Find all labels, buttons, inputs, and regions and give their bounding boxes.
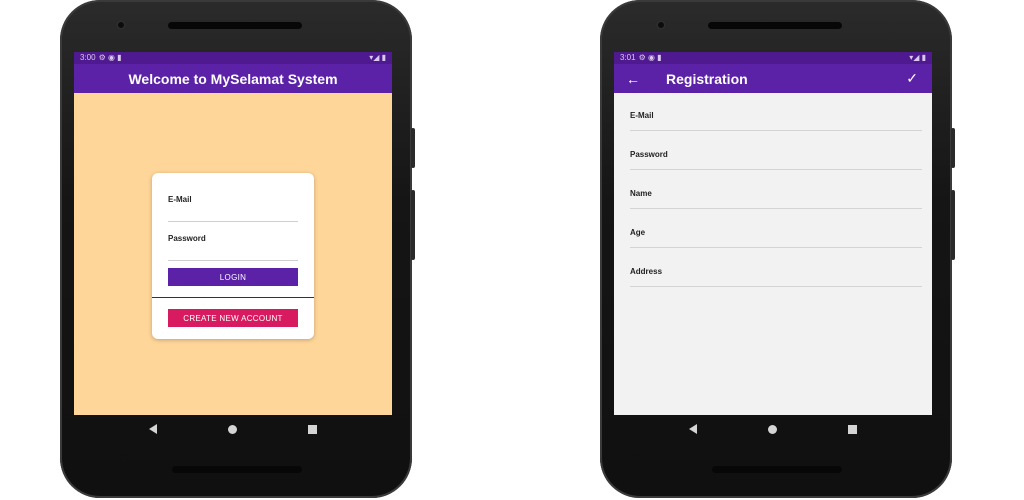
- registration-screen: 3:01 ⚙ ◉ ▮ ▾◢ ▮ ← Registration ✓ E-Mail …: [614, 52, 932, 415]
- status-bar: 3:01 ⚙ ◉ ▮ ▾◢ ▮: [614, 52, 932, 64]
- reg-name-label: Name: [630, 189, 652, 198]
- app-title: Registration: [666, 70, 748, 87]
- bottom-speaker: [712, 466, 842, 473]
- reg-age-label: Age: [630, 228, 646, 237]
- login-button[interactable]: LOGIN: [168, 268, 298, 286]
- volume-button: [411, 190, 415, 260]
- email-field[interactable]: E-Mail: [168, 189, 298, 222]
- top-speaker: [708, 22, 842, 29]
- phone-registration: 3:01 ⚙ ◉ ▮ ▾◢ ▮ ← Registration ✓ E-Mail …: [600, 0, 955, 498]
- nav-recent-icon[interactable]: [847, 424, 857, 434]
- notification-icons: ⚙ ◉ ▮: [98, 53, 122, 62]
- reg-address-label: Address: [630, 267, 663, 276]
- top-speaker: [168, 22, 302, 29]
- signal-battery-icon: ▾◢ ▮: [369, 53, 386, 62]
- app-title: Welcome to MySelamat System: [128, 70, 338, 87]
- reg-password-label: Password: [630, 150, 668, 159]
- card-divider: [152, 297, 314, 298]
- reg-age-field[interactable]: Age: [630, 210, 922, 248]
- password-label: Password: [168, 234, 206, 243]
- nav-bar: [74, 415, 392, 443]
- bottom-speaker: [172, 466, 302, 473]
- reg-email-field[interactable]: E-Mail: [630, 93, 922, 131]
- app-bar: Welcome to MySelamat System: [74, 64, 392, 93]
- nav-recent-icon[interactable]: [307, 424, 317, 434]
- nav-home-icon[interactable]: [767, 424, 777, 434]
- check-icon[interactable]: ✓: [906, 70, 918, 87]
- nav-back-icon[interactable]: [689, 424, 698, 434]
- status-bar: 3:00 ⚙ ◉ ▮ ▾◢ ▮: [74, 52, 392, 64]
- arrow-left-icon[interactable]: ←: [626, 71, 640, 87]
- nav-bar: [614, 415, 932, 443]
- reg-password-field[interactable]: Password: [630, 132, 922, 170]
- signal-battery-icon: ▾◢ ▮: [909, 53, 926, 62]
- reg-name-field[interactable]: Name: [630, 171, 922, 209]
- nav-home-icon[interactable]: [227, 424, 237, 434]
- create-account-button[interactable]: CREATE NEW ACCOUNT: [168, 309, 298, 327]
- status-time: 3:01: [620, 53, 636, 62]
- notification-icons: ⚙ ◉ ▮: [638, 53, 662, 62]
- email-label: E-Mail: [168, 195, 192, 204]
- reg-email-label: E-Mail: [630, 111, 654, 120]
- status-time: 3:00: [80, 53, 96, 62]
- volume-button: [951, 190, 955, 260]
- power-button: [411, 128, 415, 168]
- power-button: [951, 128, 955, 168]
- reg-address-field[interactable]: Address: [630, 249, 922, 287]
- login-card: E-Mail Password LOGIN CREATE NEW ACCOUNT: [152, 173, 314, 339]
- login-screen: 3:00 ⚙ ◉ ▮ ▾◢ ▮ Welcome to MySelamat Sys…: [74, 52, 392, 415]
- password-field[interactable]: Password: [168, 228, 298, 261]
- phone-login: 3:00 ⚙ ◉ ▮ ▾◢ ▮ Welcome to MySelamat Sys…: [60, 0, 415, 498]
- front-camera: [116, 20, 126, 30]
- front-camera: [656, 20, 666, 30]
- app-bar: ← Registration ✓: [614, 64, 932, 93]
- nav-back-icon[interactable]: [149, 424, 158, 434]
